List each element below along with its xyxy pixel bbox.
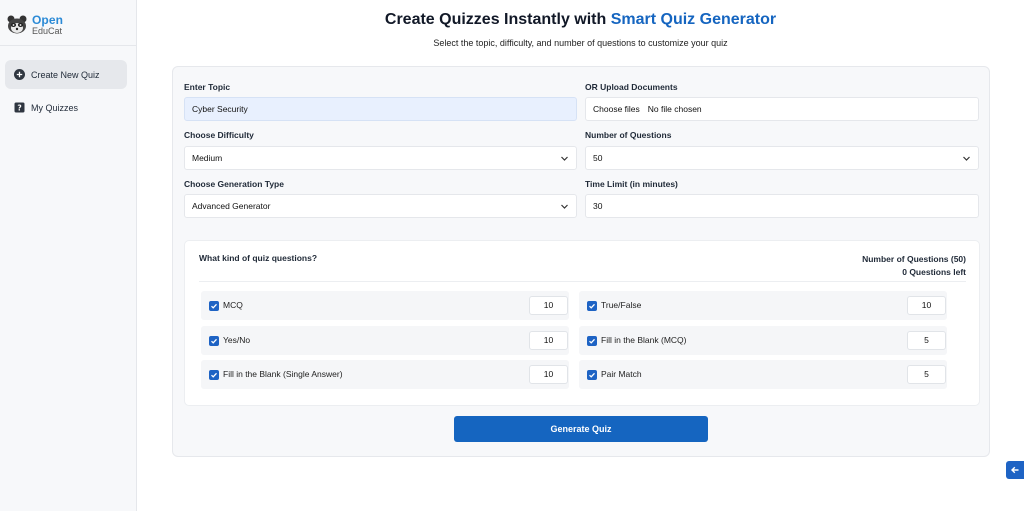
question-type-row-fill-blank-mcq: Fill in the Blank (MCQ) 5 [579,326,947,355]
question-type-row-yes-no: Yes/No 10 [201,326,569,355]
generation-type-value: Advanced Generator [192,201,271,211]
logo-text-educat: EduCat [32,26,63,36]
difficulty-select[interactable]: Medium [184,146,577,170]
question-type-row-true-false: True/False 10 [579,291,947,320]
upload-label: OR Upload Documents [585,82,678,92]
question-types-panel: What kind of quiz questions? Number of Q… [184,240,980,406]
sidebar: Open EduCat Create New Quiz ? My Quizzes [0,0,137,511]
page-title: Create Quizzes Instantly with Smart Quiz… [137,11,1024,29]
difficulty-label: Choose Difficulty [184,130,254,140]
yes-no-count-input[interactable]: 10 [529,331,568,350]
sidebar-item-create-new-quiz[interactable]: Create New Quiz [5,60,127,89]
sidebar-item-label: Create New Quiz [31,69,100,80]
question-count-summary: Number of Questions (50) 0 Questions lef… [862,253,966,278]
logo[interactable]: Open EduCat [6,10,63,40]
yes-no-checkbox[interactable] [209,336,219,346]
file-status-text: No file chosen [647,104,702,114]
raccoon-logo-icon [7,15,27,34]
time-limit-value: 30 [593,201,603,211]
questions-left: 0 Questions left [902,266,966,277]
num-questions-value: 50 [593,153,603,163]
file-upload-input[interactable]: Choose files No file chosen [585,97,979,121]
checkmark-icon [211,338,217,344]
time-limit-input[interactable]: 30 [585,194,979,218]
sidebar-divider [0,45,136,46]
sidebar-item-my-quizzes[interactable]: ? My Quizzes [5,93,127,122]
topic-input[interactable]: Cyber Security [184,97,577,121]
question-count-total: Number of Questions (50) [862,254,966,264]
fill-blank-mcq-checkbox[interactable] [587,336,597,346]
num-questions-label: Number of Questions [585,130,672,140]
arrow-left-icon [1011,466,1019,474]
page-title-accent: Smart Quiz Generator [610,11,777,28]
quiz-form-card: Enter Topic Cyber Security OR Upload Doc… [172,66,990,457]
question-type-label: Fill in the Blank (MCQ) [601,335,687,345]
question-type-label: MCQ [223,300,243,310]
mcq-checkbox[interactable] [209,301,219,311]
generate-quiz-button[interactable]: Generate Quiz [454,416,708,442]
fill-blank-single-count-input[interactable]: 10 [529,365,568,384]
panel-divider [199,281,966,282]
question-type-row-pair-match: Pair Match 5 [579,360,947,389]
checkmark-icon [589,338,595,344]
sidebar-item-label: My Quizzes [31,102,79,113]
question-type-label: True/False [601,300,642,310]
question-type-label: Pair Match [601,369,642,379]
generation-type-select[interactable]: Advanced Generator [184,194,577,218]
collapse-panel-button[interactable] [1006,461,1024,479]
difficulty-value: Medium [192,153,223,163]
question-types-title: What kind of quiz questions? [199,253,318,263]
topic-value: Cyber Security [192,104,248,114]
logo-text-open: Open [32,13,64,27]
chevron-down-icon [561,204,568,209]
num-questions-select[interactable]: 50 [585,146,979,170]
time-limit-label: Time Limit (in minutes) [585,179,678,189]
plus-circle-icon [14,69,25,80]
chevron-down-icon [963,156,970,161]
page-subtitle: Select the topic, difficulty, and number… [433,38,728,48]
topic-label: Enter Topic [184,82,231,92]
question-type-row-mcq: MCQ 10 [201,291,569,320]
checkmark-icon [211,372,217,378]
chevron-down-icon [561,156,568,161]
true-false-count-input[interactable]: 10 [907,296,946,315]
svg-text:?: ? [17,103,21,112]
checkmark-icon [589,372,595,378]
choose-files-button[interactable]: Choose files [593,104,640,114]
mcq-count-input[interactable]: 10 [529,296,568,315]
true-false-checkbox[interactable] [587,301,597,311]
pair-match-count-input[interactable]: 5 [907,365,946,384]
checkmark-icon [589,303,595,309]
question-type-label: Fill in the Blank (Single Answer) [223,369,343,379]
fill-blank-mcq-count-input[interactable]: 5 [907,331,946,350]
question-type-label: Yes/No [223,335,251,345]
question-type-row-fill-blank-single: Fill in the Blank (Single Answer) 10 [201,360,569,389]
quiz-book-icon: ? [14,102,25,113]
fill-blank-single-checkbox[interactable] [209,370,219,380]
pair-match-checkbox[interactable] [587,370,597,380]
checkmark-icon [211,303,217,309]
generation-type-label: Choose Generation Type [184,179,284,189]
page-title-prefix: Create Quizzes Instantly with [384,11,611,28]
